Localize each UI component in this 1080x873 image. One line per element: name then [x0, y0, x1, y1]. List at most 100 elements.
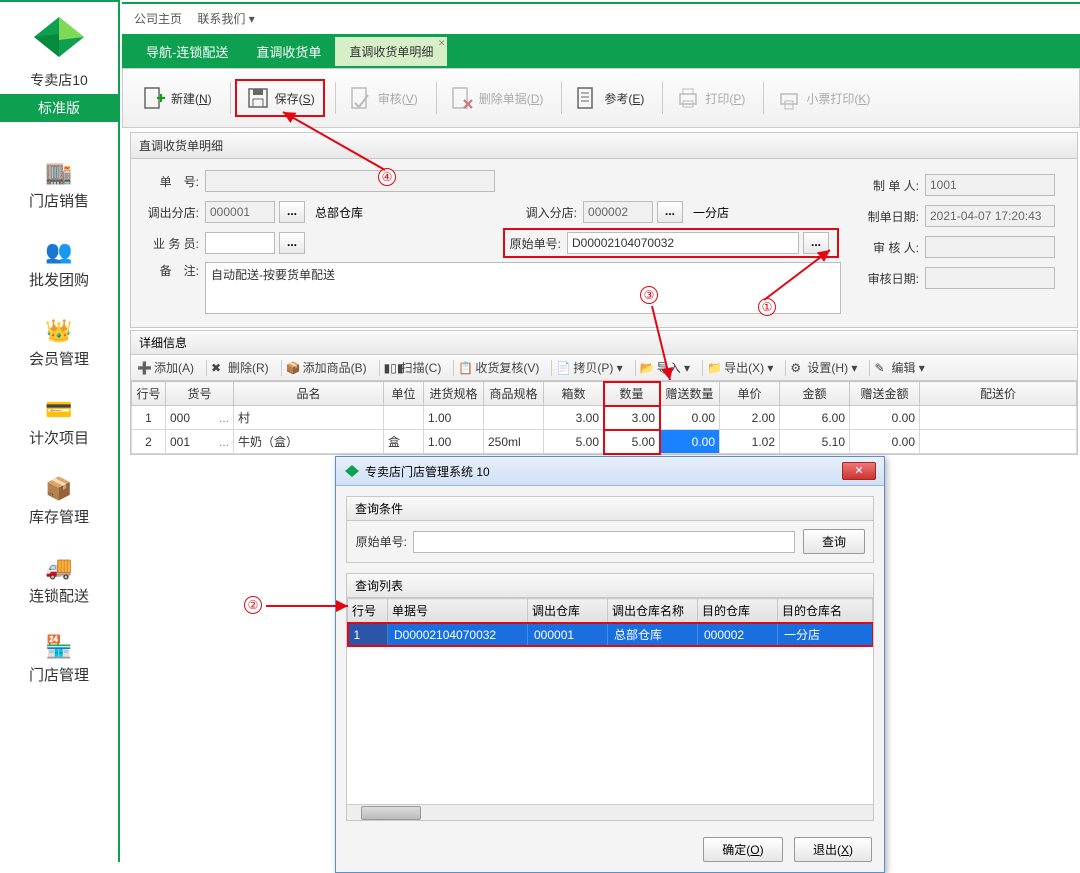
- in-code-input: [583, 201, 653, 223]
- edition-badge: 标准版: [0, 94, 118, 122]
- top-menu: 公司主页 联系我们 ▾: [122, 2, 1080, 32]
- dialog-titlebar[interactable]: 专卖店门店管理系统 10 ✕: [336, 457, 884, 486]
- printer-icon: [675, 85, 701, 111]
- delete-icon: [449, 85, 475, 111]
- detail-export-button[interactable]: 📁导出(X) ▾: [707, 359, 773, 376]
- sidebar-item-store-sales[interactable]: 🏬门店销售: [0, 152, 118, 231]
- folder-out-icon: 📁: [707, 361, 721, 375]
- result-row[interactable]: 1 D00002104070032 000001 总部仓库 000002 一分店: [348, 623, 873, 647]
- detail-toolbar: ➕添加(A) ✖删除(R) 📦添加商品(B) ▮▯▮扫描(C) 📋收货复核(V)…: [130, 355, 1078, 381]
- label-maker: 制 单 人:: [867, 177, 925, 194]
- delete-button[interactable]: 删除单据(D): [441, 81, 552, 115]
- detail-import-button[interactable]: 📂导入 ▾: [640, 359, 690, 376]
- crown-icon: 👑: [0, 318, 118, 344]
- remark-textarea[interactable]: 自动配送-按要货单配送: [205, 262, 841, 314]
- dialog-hscrollbar[interactable]: [347, 804, 873, 820]
- label-remark: 备 注:: [145, 262, 205, 279]
- barcode-icon: ▮▯▮: [384, 361, 398, 375]
- orig-no-picker-button[interactable]: ...: [803, 232, 829, 254]
- salesman-picker-button[interactable]: ...: [279, 232, 305, 254]
- in-branch-picker-button[interactable]: ...: [657, 201, 683, 223]
- sidebar-item-wholesale[interactable]: 👥批发团购: [0, 231, 118, 310]
- copy-icon: 📄: [556, 361, 570, 375]
- detail-setting-button[interactable]: ⚙设置(H) ▾: [790, 359, 857, 376]
- detail-panel: 详细信息 ➕添加(A) ✖删除(R) 📦添加商品(B) ▮▯▮扫描(C) 📋收货…: [130, 330, 1078, 455]
- sidebar-item-store-manage[interactable]: 🏪门店管理: [0, 626, 118, 705]
- table-row[interactable]: 1 000 ... 村 1.00 3.00 3.00 0.00 2.00 6.0…: [132, 406, 1077, 430]
- label-audit-date: 审核日期:: [867, 270, 925, 287]
- sidebar-item-count[interactable]: 💳计次项目: [0, 389, 118, 468]
- menu-home[interactable]: 公司主页: [134, 12, 182, 26]
- store-icon: 🏪: [0, 634, 118, 660]
- edit-icon: ✎: [874, 361, 888, 375]
- detail-edit-button[interactable]: ✎编辑 ▾: [874, 359, 924, 376]
- audit-icon: [348, 85, 374, 111]
- form-panel-title: 直调收货单明细: [131, 133, 1077, 159]
- card-icon: 💳: [0, 397, 118, 423]
- new-button[interactable]: 新建(N): [133, 81, 220, 115]
- ticket-printer-icon: [776, 85, 802, 111]
- sidebar-item-delivery[interactable]: 🚚连锁配送: [0, 547, 118, 626]
- query-button[interactable]: 查询: [803, 529, 865, 554]
- label-orderno: 单 号:: [145, 173, 205, 190]
- salesman-input[interactable]: [205, 232, 275, 254]
- orderno-input: [205, 170, 495, 192]
- query-condition-group: 查询条件 原始单号: 查询: [346, 496, 874, 563]
- logo-area: [0, 2, 118, 70]
- dialog-ok-button[interactable]: 确定(O): [703, 837, 782, 862]
- folder-in-icon: 📂: [640, 361, 654, 375]
- menu-contact[interactable]: 联系我们 ▾: [197, 12, 254, 26]
- orig-no-input[interactable]: [567, 232, 799, 254]
- dlg-origno-input[interactable]: [413, 531, 795, 553]
- sidebar-item-inventory[interactable]: 📦库存管理: [0, 468, 118, 547]
- detail-scan-button[interactable]: ▮▯▮扫描(C): [384, 359, 442, 376]
- out-code-input: [205, 201, 275, 223]
- make-date-input: [925, 205, 1055, 227]
- grid-header-row: 行号 货号 品名 单位 进货规格 商品规格 箱数 数量 赠送数量 单价 金额 赠…: [132, 382, 1077, 406]
- recheck-icon: 📋: [458, 361, 472, 375]
- audit-button[interactable]: 审核(V): [340, 81, 426, 115]
- box-plus-icon: 📦: [286, 361, 300, 375]
- close-icon[interactable]: ✕: [438, 38, 446, 49]
- truck-icon: 🚚: [0, 555, 118, 581]
- label-salesman: 业 务 员:: [145, 235, 205, 252]
- dialog-close-button[interactable]: ✕: [842, 462, 876, 480]
- x-icon: ✖: [211, 361, 225, 375]
- store-name: 专卖店10: [0, 70, 118, 90]
- dialog-exit-button[interactable]: 退出(X): [794, 837, 872, 862]
- detail-add-button[interactable]: ➕添加(A): [137, 359, 194, 376]
- label-dlg-origno: 原始单号:: [355, 533, 413, 550]
- app-logo-icon: [344, 464, 360, 478]
- box-icon: 📦: [0, 476, 118, 502]
- reference-button[interactable]: 参考(E): [566, 81, 652, 115]
- left-sidebar: 专卖店10 标准版 🏬门店销售 👥批发团购 👑会员管理 💳计次项目 📦库存管理 …: [0, 0, 120, 862]
- detail-recheck-button[interactable]: 📋收货复核(V): [458, 359, 539, 376]
- out-branch-picker-button[interactable]: ...: [279, 201, 305, 223]
- ticket-print-button[interactable]: 小票打印(K): [768, 81, 878, 115]
- shop-icon: 🏬: [0, 160, 118, 186]
- dialog-result-table[interactable]: 行号 单据号 调出仓库 调出仓库名称 目的仓库 目的仓库名 1 D0000210…: [347, 598, 873, 646]
- app-logo-icon: [29, 12, 89, 62]
- sidebar-item-member[interactable]: 👑会员管理: [0, 310, 118, 389]
- save-icon: [245, 85, 271, 111]
- detail-add-product-button[interactable]: 📦添加商品(B): [286, 359, 367, 376]
- detail-copy-button[interactable]: 📄拷贝(P) ▾: [556, 359, 622, 376]
- tab-direct-receive-detail[interactable]: 直调收货单明细✕: [335, 37, 447, 66]
- plus-icon: ➕: [137, 361, 151, 375]
- group-icon: 👥: [0, 239, 118, 265]
- main-toolbar: 新建(N) 保存(S) 审核(V) 删除单据(D) 参考(E) 打印(P) 小票…: [122, 68, 1080, 128]
- table-row[interactable]: 2 001 ... 牛奶（盒） 盒 1.00 250ml 5.00 5.00 0…: [132, 430, 1077, 454]
- tab-direct-receive[interactable]: 直调收货单: [242, 36, 335, 67]
- save-button[interactable]: 保存(S): [235, 79, 325, 117]
- tab-nav-delivery[interactable]: 导航-连锁配送: [132, 36, 242, 67]
- out-branch-name: 总部仓库: [315, 204, 363, 221]
- in-branch-name: 一分店: [693, 204, 729, 221]
- label-orig-no: 原始单号:: [509, 235, 567, 252]
- print-button[interactable]: 打印(P): [667, 81, 753, 115]
- auditor-input: [925, 236, 1055, 258]
- form-panel: 直调收货单明细 单 号: 调出分店: ... 总部仓库 调入分店: ... 一分…: [130, 132, 1078, 328]
- dialog-title: 专卖店门店管理系统 10: [365, 463, 490, 480]
- detail-grid[interactable]: 行号 货号 品名 单位 进货规格 商品规格 箱数 数量 赠送数量 单价 金额 赠…: [130, 381, 1078, 455]
- detail-title: 详细信息: [130, 330, 1078, 355]
- detail-delete-button[interactable]: ✖删除(R): [211, 359, 269, 376]
